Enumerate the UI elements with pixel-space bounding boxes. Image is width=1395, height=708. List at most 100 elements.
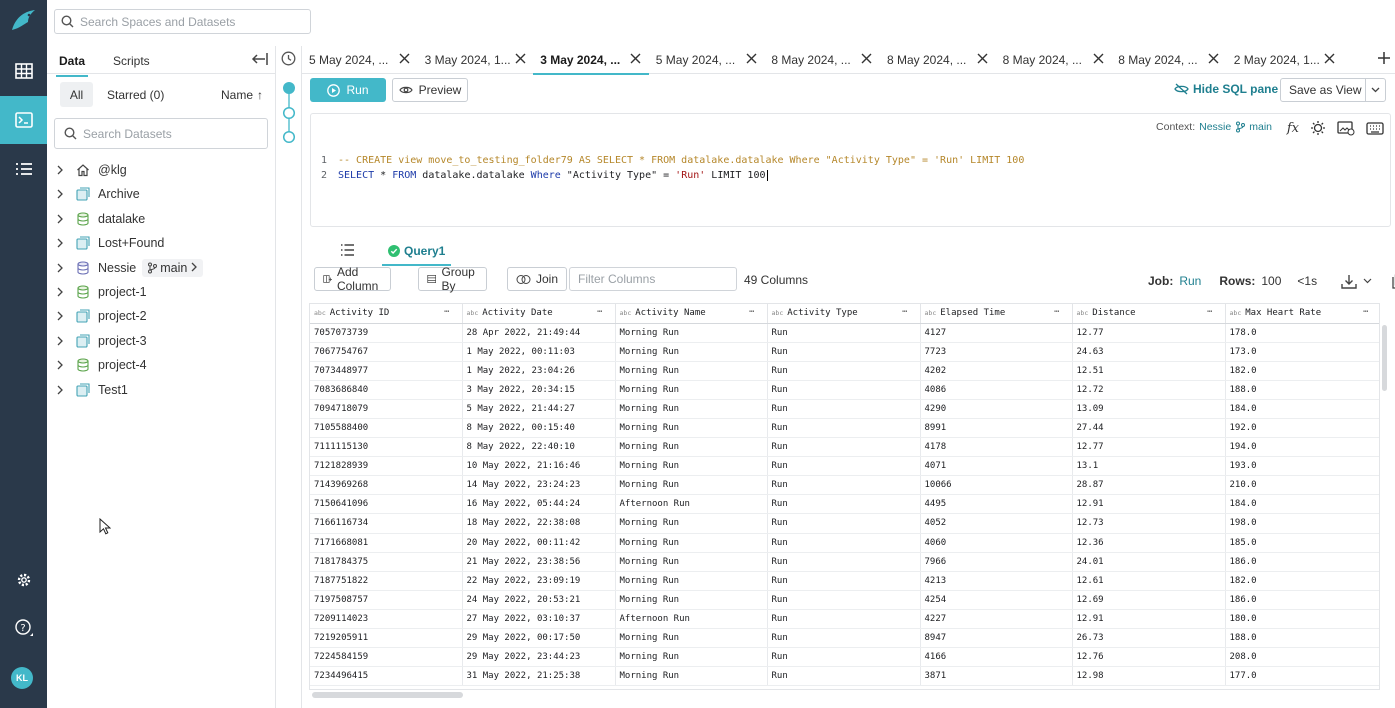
table-cell[interactable]: 20 May 2022, 00:11:42	[462, 533, 616, 553]
table-cell[interactable]: 7083686840	[310, 380, 463, 400]
table-cell[interactable]: 7181784375	[310, 552, 463, 572]
query-tab[interactable]: 8 May 2024, ...	[1111, 46, 1227, 74]
table-cell[interactable]: 182.0	[1225, 361, 1379, 381]
table-cell[interactable]: 7209114023	[310, 609, 463, 630]
table-cell[interactable]: 7121828939	[310, 456, 463, 477]
table-cell[interactable]: 10066	[920, 475, 1073, 496]
table-cell[interactable]: 4060	[920, 533, 1073, 553]
chevron-right-icon[interactable]	[56, 263, 70, 273]
close-icon[interactable]	[861, 53, 872, 67]
keyboard-icon[interactable]	[1366, 121, 1384, 135]
table-cell[interactable]: 4290	[920, 399, 1073, 419]
table-cell[interactable]: 8 May 2022, 00:15:40	[462, 418, 616, 439]
table-cell[interactable]: Morning Run	[615, 533, 768, 553]
close-icon[interactable]	[1324, 53, 1335, 67]
table-cell[interactable]: 8 May 2022, 22:40:10	[462, 437, 616, 458]
clock-icon[interactable]	[281, 51, 296, 66]
table-cell[interactable]: Run	[767, 590, 921, 610]
table-row[interactable]: 7166116734 18 May 2022, 22:38:08 Morning R…	[310, 513, 1379, 534]
table-cell[interactable]: 12.69	[1072, 590, 1226, 610]
table-row[interactable]: 7073448977 1 May 2022, 23:04:26 Morning Ru…	[310, 361, 1379, 381]
filter-columns-input[interactable]	[578, 272, 728, 286]
query-context[interactable]: Context: Nessie main	[1156, 121, 1272, 133]
sql-editor[interactable]: Context: Nessie main fx 1 -- CREATE view …	[310, 113, 1391, 227]
table-row[interactable]: 7187751822 22 May 2022, 23:09:19 Morning R…	[310, 571, 1379, 591]
table-cell[interactable]: 7094718079	[310, 399, 463, 419]
table-cell[interactable]: Run	[767, 628, 921, 649]
table-cell[interactable]: 186.0	[1225, 552, 1379, 572]
filter-all[interactable]: All	[60, 82, 93, 107]
query-tab[interactable]: 5 May 2024, ...	[302, 46, 418, 74]
table-cell[interactable]: 26.73	[1072, 628, 1226, 649]
table-cell[interactable]: Run	[767, 342, 921, 362]
filter-starred[interactable]: Starred (0)	[98, 82, 173, 107]
function-icon[interactable]: fx	[1287, 121, 1299, 136]
table-row[interactable]: 7219205911 29 May 2022, 00:17:50 Morning R…	[310, 628, 1379, 649]
table-cell[interactable]: Run	[767, 647, 921, 668]
dremio-logo-icon[interactable]	[8, 6, 38, 36]
table-cell[interactable]: Run	[767, 571, 921, 591]
table-cell[interactable]: 24.01	[1072, 552, 1226, 572]
table-cell[interactable]: Run	[767, 533, 921, 553]
table-cell[interactable]: 4495	[920, 494, 1073, 515]
close-icon[interactable]	[746, 53, 757, 67]
table-row[interactable]: 7143969268 14 May 2022, 23:24:23 Morning R…	[310, 475, 1379, 496]
more-icon[interactable]: ⋯	[1363, 307, 1368, 317]
chevron-right-icon[interactable]	[56, 189, 70, 199]
table-cell[interactable]: Morning Run	[615, 380, 768, 400]
branch-selector[interactable]: main	[142, 258, 204, 277]
table-cell[interactable]: Morning Run	[615, 571, 768, 591]
table-cell[interactable]: 7723	[920, 342, 1073, 362]
tree-item--klg[interactable]: @klg	[56, 158, 266, 182]
table-row[interactable]: 7234496415 31 May 2022, 21:25:38 Morning R…	[310, 666, 1379, 687]
global-search[interactable]	[54, 9, 311, 34]
query-tab[interactable]: 8 May 2024, ...	[996, 46, 1112, 74]
column-header[interactable]: abc Activity Date ⋯	[462, 304, 616, 324]
query-tab[interactable]: 8 May 2024, ...	[880, 46, 996, 74]
table-row[interactable]: 7057073739 28 Apr 2022, 21:49:44 Morning R…	[310, 323, 1379, 343]
query-tab[interactable]: 5 May 2024, ...	[649, 46, 765, 74]
more-icon[interactable]: ⋯	[902, 307, 907, 317]
table-row[interactable]: 7094718079 5 May 2022, 21:44:27 Morning Ru…	[310, 399, 1379, 419]
more-icon[interactable]: ⋯	[597, 307, 602, 317]
table-cell[interactable]: 188.0	[1225, 628, 1379, 649]
close-icon[interactable]	[1208, 53, 1219, 67]
table-cell[interactable]: 198.0	[1225, 513, 1379, 534]
table-cell[interactable]: Run	[767, 475, 921, 496]
table-cell[interactable]: Morning Run	[615, 437, 768, 458]
table-cell[interactable]: 27 May 2022, 03:10:37	[462, 609, 616, 630]
table-cell[interactable]: 14 May 2022, 23:24:23	[462, 475, 616, 496]
table-row[interactable]: 7150641096 16 May 2022, 05:44:24 Afternoon…	[310, 494, 1379, 515]
table-cell[interactable]: 5 May 2022, 21:44:27	[462, 399, 616, 419]
table-cell[interactable]: 184.0	[1225, 494, 1379, 515]
table-cell[interactable]: 184.0	[1225, 399, 1379, 419]
table-row[interactable]: 7121828939 10 May 2022, 21:16:46 Morning R…	[310, 456, 1379, 477]
tree-item-lost-found[interactable]: Lost+Found	[56, 231, 266, 255]
table-cell[interactable]: Afternoon Run	[615, 609, 768, 630]
chevron-right-icon[interactable]	[56, 287, 70, 297]
table-cell[interactable]: 7966	[920, 552, 1073, 572]
table-cell[interactable]: 12.72	[1072, 380, 1226, 400]
chevron-right-icon[interactable]	[56, 238, 70, 248]
close-icon[interactable]	[515, 53, 526, 67]
close-icon[interactable]	[1093, 53, 1104, 67]
global-search-input[interactable]	[80, 14, 310, 29]
table-cell[interactable]: Run	[767, 323, 921, 343]
table-cell[interactable]: 7073448977	[310, 361, 463, 381]
table-cell[interactable]: 28.87	[1072, 475, 1226, 496]
table-cell[interactable]: 7171668081	[310, 533, 463, 553]
table-cell[interactable]: 7219205911	[310, 628, 463, 649]
tree-item-project-4[interactable]: project-4	[56, 353, 266, 377]
filter-columns-field[interactable]	[569, 267, 737, 291]
table-cell[interactable]: 182.0	[1225, 571, 1379, 591]
close-icon[interactable]	[630, 53, 641, 67]
table-cell[interactable]: 12.61	[1072, 571, 1226, 591]
table-cell[interactable]: 185.0	[1225, 533, 1379, 553]
tree-item-nessie[interactable]: Nessie main	[56, 256, 266, 280]
jobs-nav-button[interactable]	[0, 145, 47, 193]
preview-button[interactable]: Preview	[392, 78, 468, 102]
chevron-right-icon[interactable]	[56, 385, 70, 395]
table-cell[interactable]: Morning Run	[615, 323, 768, 343]
close-icon[interactable]	[399, 53, 410, 67]
table-cell[interactable]: 12.91	[1072, 494, 1226, 515]
